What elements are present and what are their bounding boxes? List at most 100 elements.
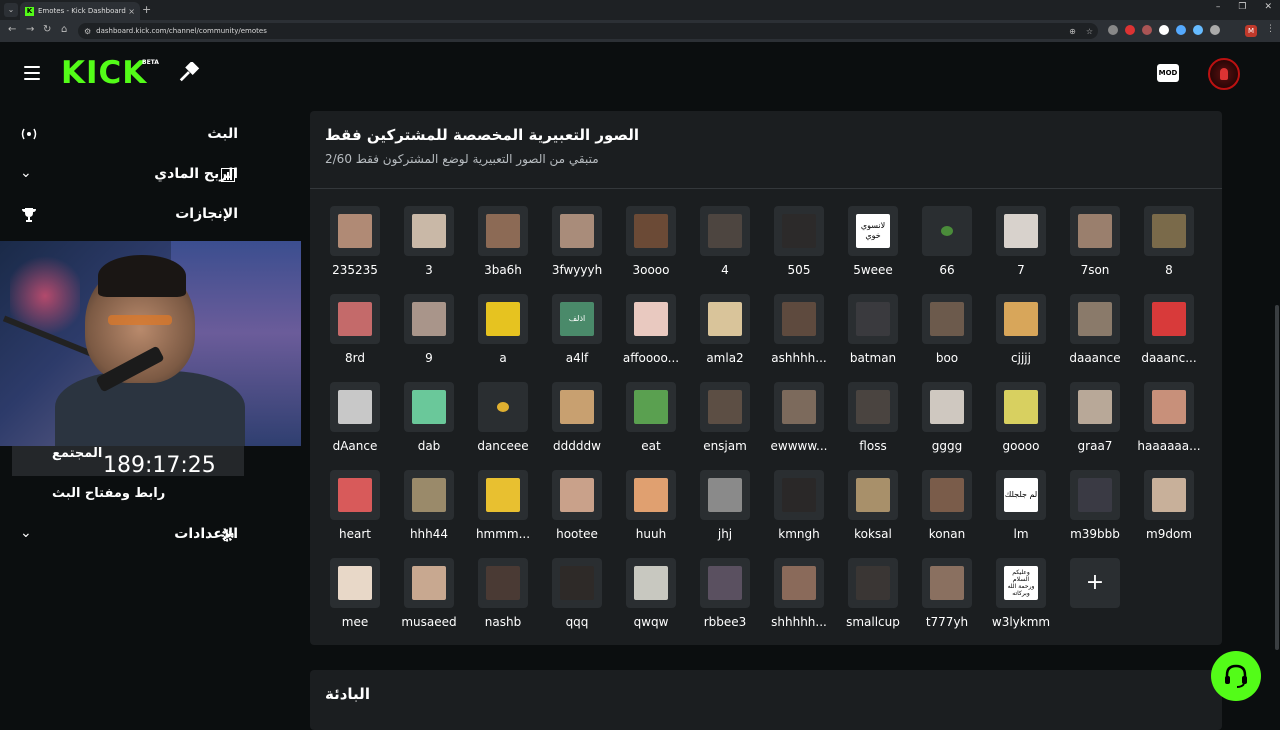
browser-profile-avatar[interactable]: M	[1245, 25, 1257, 37]
emote-tile[interactable]: konan	[911, 470, 983, 550]
new-tab-icon[interactable]: +	[142, 3, 151, 16]
bookmark-star-icon[interactable]: ☆	[1086, 27, 1093, 36]
sidebar-item-achievements[interactable]: الإنجازات	[20, 202, 238, 226]
emote-tile[interactable]: huuh	[615, 470, 687, 550]
minimize-icon[interactable]: –	[1216, 2, 1221, 12]
emote-tile[interactable]: boo	[911, 294, 983, 374]
emote-tile[interactable]: 7son	[1059, 206, 1131, 286]
emote-tile[interactable]: gggg	[911, 382, 983, 462]
emote-tile[interactable]: m9dom	[1133, 470, 1205, 550]
emote-tile[interactable]: 3	[393, 206, 465, 286]
emote-tile[interactable]: heart	[319, 470, 391, 550]
extension-icon[interactable]	[1176, 25, 1186, 35]
emote-tile[interactable]: 505	[763, 206, 835, 286]
emote-tile[interactable]: a	[467, 294, 539, 374]
kick-logo[interactable]: KICK	[61, 58, 147, 89]
emote-tile[interactable]: daaance	[1059, 294, 1131, 374]
emote-tile[interactable]: m39bbb	[1059, 470, 1131, 550]
reload-icon[interactable]: ↻	[43, 24, 51, 35]
scrollbar-thumb[interactable]	[1275, 305, 1279, 650]
chevron-down-icon[interactable]: ⌄	[20, 165, 32, 181]
emote-tile[interactable]: goooo	[985, 382, 1057, 462]
add-emote-button[interactable]: +	[1070, 558, 1120, 608]
chevron-down-icon[interactable]: ⌄	[20, 525, 32, 541]
emote-tile[interactable]: 8rd	[319, 294, 391, 374]
close-tab-icon[interactable]: ×	[128, 7, 135, 16]
home-icon[interactable]: ⌂	[61, 24, 67, 35]
menu-icon[interactable]	[24, 66, 40, 80]
mod-view-button[interactable]: MOD	[1157, 64, 1179, 82]
url-field[interactable]: ⚙ dashboard.kick.com/channel/community/e…	[78, 23, 1098, 39]
restore-icon[interactable]: ❐	[1238, 2, 1246, 12]
emote-tile[interactable]: t777yh	[911, 558, 983, 638]
support-chat-button[interactable]	[1211, 651, 1261, 701]
browser-menu-icon[interactable]: ⋮	[1266, 24, 1275, 34]
emote-tile[interactable]: 3fwyyyh	[541, 206, 613, 286]
emote-tile[interactable]: 3oooo	[615, 206, 687, 286]
emote-tile[interactable]: 235235	[319, 206, 391, 286]
emote-tile[interactable]: affoooo...	[615, 294, 687, 374]
emote-tile[interactable]: ensjam	[689, 382, 761, 462]
sidebar-item-community[interactable]: المجتمع	[52, 446, 102, 461]
emote-tile[interactable]: rbbee3	[689, 558, 761, 638]
browser-tab[interactable]: K Emotes - Kick Dashboard ×	[20, 2, 140, 20]
emote-tile[interactable]: cjjjj	[985, 294, 1057, 374]
sidebar-item-stream[interactable]: البث	[20, 122, 238, 146]
extension-icon[interactable]	[1125, 25, 1135, 35]
emote-tile[interactable]: nashb	[467, 558, 539, 638]
emote-tile[interactable]: smallcup	[837, 558, 909, 638]
emote-tile[interactable]: ashhhh...	[763, 294, 835, 374]
emote-tile[interactable]: haaaaaa...	[1133, 382, 1205, 462]
emote-tile[interactable]: dddddw	[541, 382, 613, 462]
zoom-icon[interactable]: ⊕	[1069, 27, 1076, 36]
emote-name: rbbee3	[703, 615, 747, 629]
emote-thumbnail	[922, 470, 972, 520]
sidebar-item-monetization[interactable]: الربح المادي	[20, 162, 238, 186]
emote-tile[interactable]: وعليكم السلام ورحمة الله وبركاته w3lykmm	[985, 558, 1057, 638]
emote-tile[interactable]: 9	[393, 294, 465, 374]
tab-search-icon[interactable]: ⌄	[4, 3, 18, 17]
emote-tile[interactable]: 3ba6h	[467, 206, 539, 286]
emote-tile[interactable]: musaeed	[393, 558, 465, 638]
close-window-icon[interactable]: ✕	[1264, 2, 1272, 12]
emote-tile[interactable]: danceee	[467, 382, 539, 462]
emote-tile[interactable]: daaanc...	[1133, 294, 1205, 374]
sidebar-item-stream-key[interactable]: رابط ومفتاح البث	[52, 486, 165, 501]
emote-tile[interactable]: jhj	[689, 470, 761, 550]
emote-tile[interactable]: qqq	[541, 558, 613, 638]
emote-tile[interactable]: eat	[615, 382, 687, 462]
extensions-puzzle-icon[interactable]	[1210, 25, 1220, 35]
back-icon[interactable]: ←	[8, 24, 16, 35]
emote-tile[interactable]: dAance	[319, 382, 391, 462]
forward-icon[interactable]: →	[26, 24, 34, 35]
emote-tile[interactable]: hootee	[541, 470, 613, 550]
emote-tile[interactable]: kmngh	[763, 470, 835, 550]
emote-tile[interactable]: 4	[689, 206, 761, 286]
emote-tile[interactable]: batman	[837, 294, 909, 374]
hammer-icon[interactable]	[178, 60, 200, 88]
emote-tile[interactable]: hmmm...	[467, 470, 539, 550]
emote-tile[interactable]: qwqw	[615, 558, 687, 638]
user-avatar[interactable]	[1208, 58, 1240, 90]
site-info-icon[interactable]: ⚙	[84, 27, 91, 36]
extension-icon[interactable]	[1108, 25, 1118, 35]
emote-tile[interactable]: shhhhh...	[763, 558, 835, 638]
emote-tile[interactable]: 66	[911, 206, 983, 286]
emote-tile[interactable]: لم جلجلك lm	[985, 470, 1057, 550]
sidebar-item-settings[interactable]: الإعدادات	[20, 522, 238, 546]
emote-tile[interactable]: اذلف a4lf	[541, 294, 613, 374]
emote-tile[interactable]: ewwww...	[763, 382, 835, 462]
extension-icon[interactable]	[1193, 25, 1203, 35]
emote-tile[interactable]: 8	[1133, 206, 1205, 286]
emote-tile[interactable]: mee	[319, 558, 391, 638]
extension-icon[interactable]	[1142, 25, 1152, 35]
emote-tile[interactable]: koksal	[837, 470, 909, 550]
emote-tile[interactable]: 7	[985, 206, 1057, 286]
emote-tile[interactable]: floss	[837, 382, 909, 462]
emote-tile[interactable]: dab	[393, 382, 465, 462]
emote-tile[interactable]: hhh44	[393, 470, 465, 550]
extension-icon[interactable]	[1159, 25, 1169, 35]
emote-tile[interactable]: amla2	[689, 294, 761, 374]
emote-tile[interactable]: graa7	[1059, 382, 1131, 462]
emote-tile[interactable]: لانسوي خوي 5weee	[837, 206, 909, 286]
